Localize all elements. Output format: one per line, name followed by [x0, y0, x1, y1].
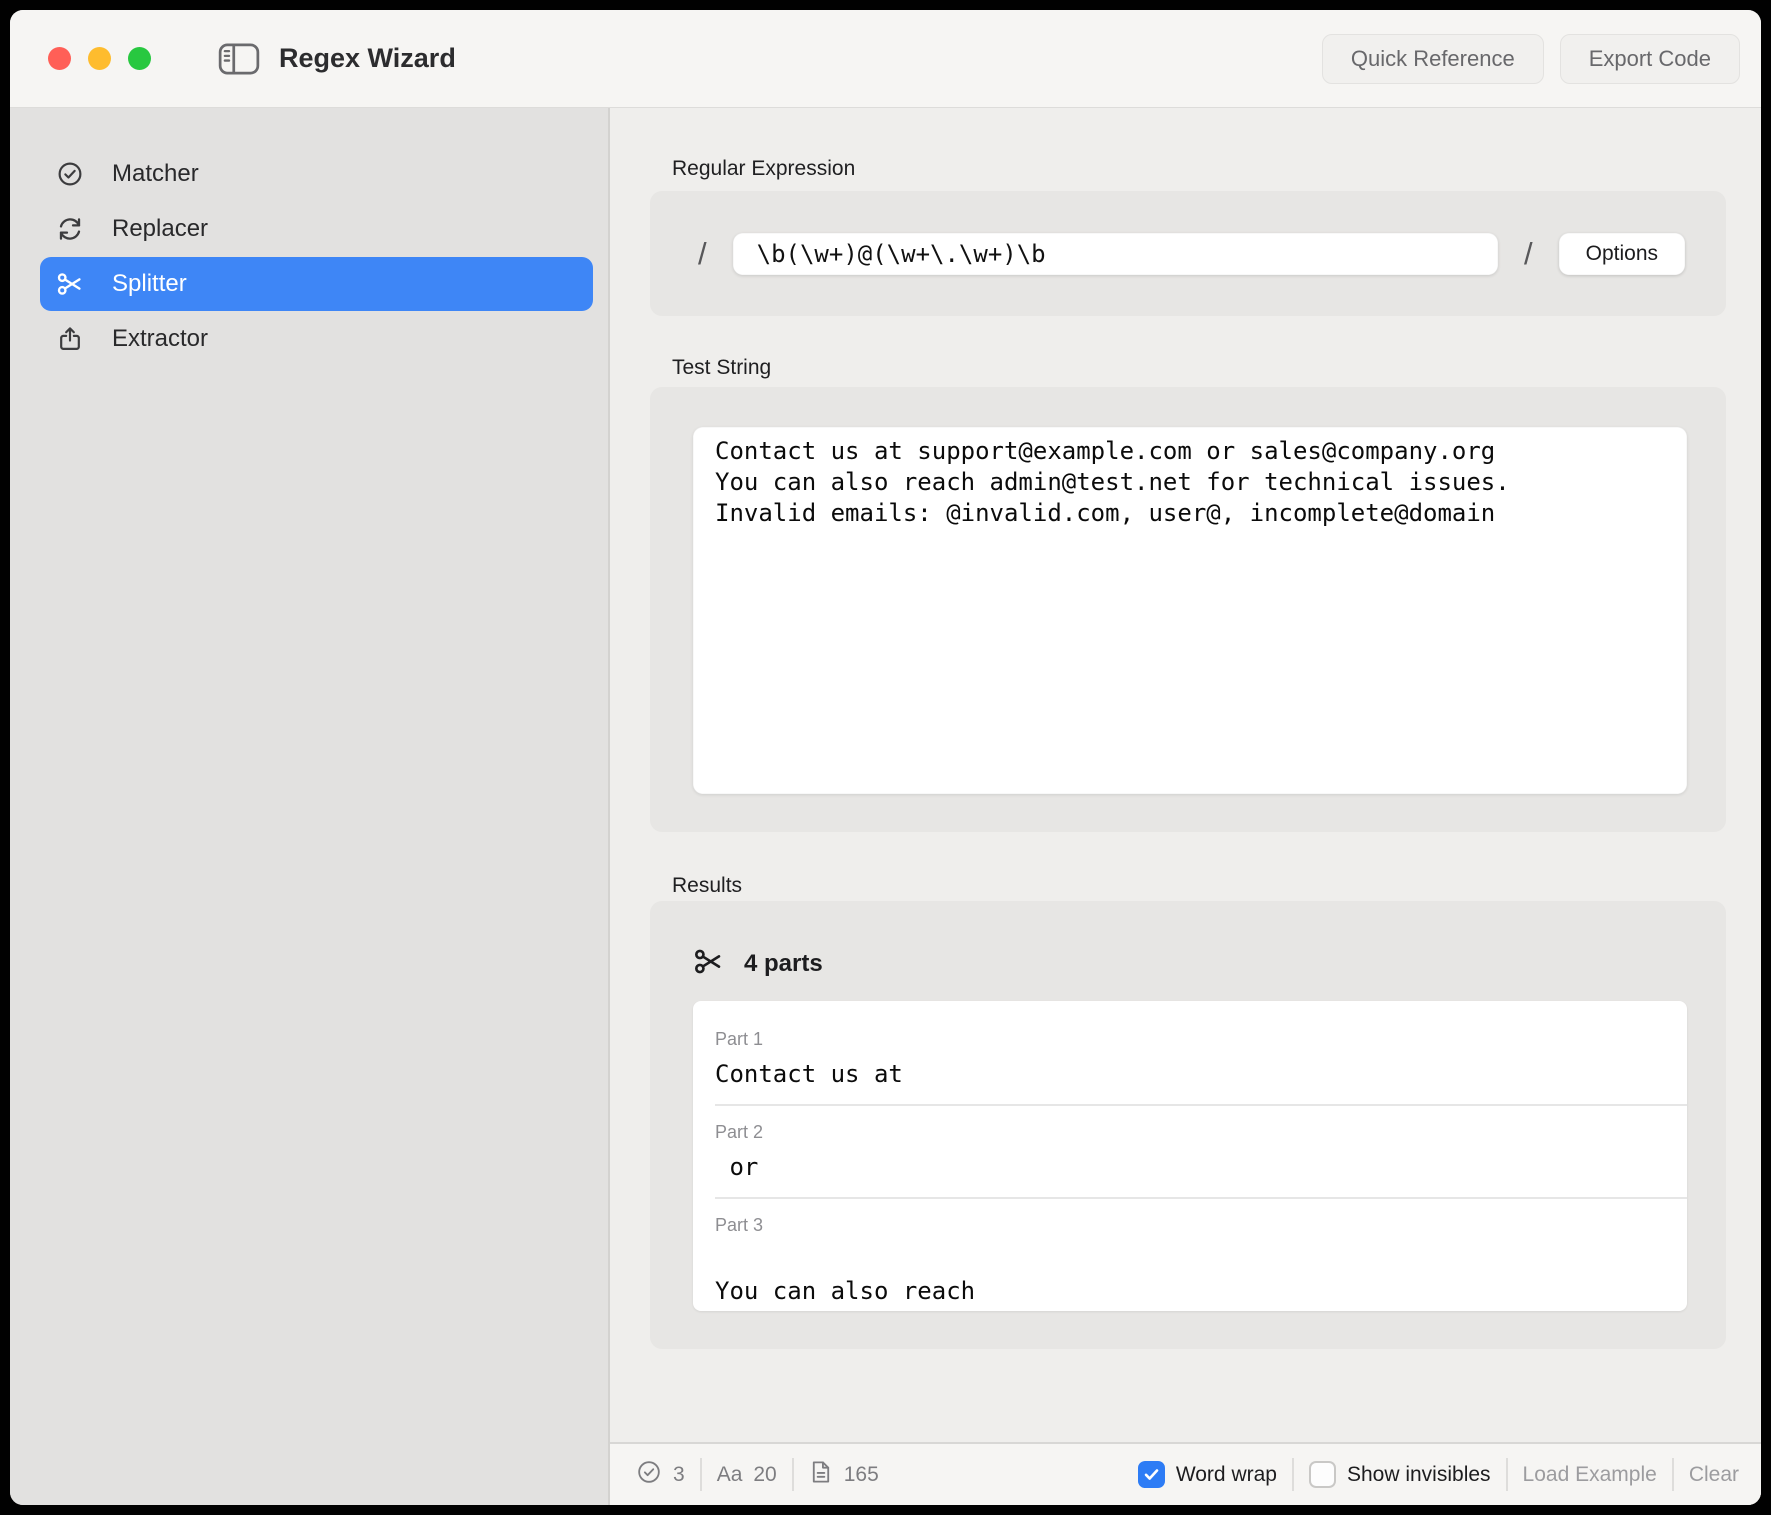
regex-section-label: Regular Expression — [672, 157, 1726, 181]
test-string-section-label: Test String — [672, 356, 1726, 380]
traffic-lights — [48, 47, 151, 70]
regex-options-button[interactable]: Options — [1559, 233, 1685, 275]
close-window-button[interactable] — [48, 47, 71, 70]
load-example-button[interactable]: Load Example — [1523, 1463, 1657, 1487]
sidebar-item-replacer[interactable]: Replacer — [40, 202, 593, 256]
word-wrap-toggle[interactable]: Word wrap — [1138, 1461, 1277, 1488]
word-wrap-label: Word wrap — [1176, 1463, 1277, 1487]
statusbar-divider — [792, 1458, 794, 1491]
results-header: 4 parts — [693, 946, 1687, 981]
quick-reference-button[interactable]: Quick Reference — [1322, 34, 1544, 84]
part-label: Part 3 — [715, 1215, 1665, 1237]
results-parts-card[interactable]: Part 1 Contact us at Part 2 or Part 3 Yo… — [693, 1001, 1687, 1311]
part-divider — [715, 1104, 1687, 1106]
titlebar-actions: Quick Reference Export Code — [1322, 34, 1740, 84]
results-panel: 4 parts Part 1 Contact us at Part 2 or P… — [650, 901, 1726, 1349]
font-size-value: 20 — [753, 1463, 776, 1487]
char-count-stat: 165 — [809, 1459, 879, 1491]
font-size-icon: Aa — [717, 1463, 743, 1487]
checkmark-circle-icon — [56, 160, 84, 188]
check-circle-icon — [636, 1459, 662, 1491]
sidebar: Matcher Replacer — [10, 108, 610, 1505]
document-icon — [809, 1459, 833, 1491]
part-divider — [715, 1197, 1687, 1199]
minimize-window-button[interactable] — [88, 47, 111, 70]
app-window: Regex Wizard Quick Reference Export Code… — [10, 10, 1761, 1505]
share-icon — [56, 325, 84, 353]
statusbar: 3 Aa 20 — [610, 1442, 1761, 1505]
export-code-button[interactable]: Export Code — [1560, 34, 1740, 84]
sidebar-toggle-icon[interactable] — [217, 41, 261, 77]
statusbar-stats: 3 Aa 20 — [636, 1458, 879, 1491]
scissors-icon — [693, 946, 724, 982]
regex-open-delimiter: / — [698, 236, 707, 272]
sidebar-item-label: Replacer — [112, 215, 208, 243]
regex-panel: / / Options — [650, 191, 1726, 316]
show-invisibles-toggle[interactable]: Show invisibles — [1309, 1461, 1491, 1488]
main-area: Regular Expression / / Options Test Stri… — [610, 108, 1761, 1505]
char-count-value: 165 — [844, 1463, 879, 1487]
arrows-cycle-icon — [56, 215, 84, 243]
font-size-stat: Aa 20 — [717, 1463, 777, 1487]
part-label: Part 2 — [715, 1122, 1665, 1144]
zoom-window-button[interactable] — [128, 47, 151, 70]
part-value: You can also reach — [715, 1245, 1665, 1307]
statusbar-divider — [1672, 1458, 1674, 1491]
sidebar-item-matcher[interactable]: Matcher — [40, 147, 593, 201]
match-count-value: 3 — [673, 1463, 685, 1487]
titlebar: Regex Wizard Quick Reference Export Code — [10, 10, 1761, 108]
clear-button[interactable]: Clear — [1689, 1463, 1739, 1487]
statusbar-divider — [1506, 1458, 1508, 1491]
part-label: Part 1 — [715, 1029, 1665, 1051]
part-value: Contact us at — [715, 1059, 1665, 1090]
test-string-panel: Contact us at support@example.com or sal… — [650, 387, 1726, 832]
scissors-icon — [56, 270, 84, 298]
results-section-label: Results — [672, 874, 1726, 898]
test-string-editor[interactable]: Contact us at support@example.com or sal… — [693, 427, 1687, 794]
show-invisibles-label: Show invisibles — [1347, 1463, 1491, 1487]
sidebar-item-label: Extractor — [112, 325, 208, 353]
regex-close-delimiter: / — [1524, 236, 1533, 272]
match-count-stat: 3 — [636, 1459, 685, 1491]
sidebar-item-label: Matcher — [112, 160, 199, 188]
statusbar-divider — [1292, 1458, 1294, 1491]
window-title: Regex Wizard — [279, 43, 456, 74]
statusbar-divider — [700, 1458, 702, 1491]
regex-pattern-input[interactable] — [733, 233, 1498, 275]
sidebar-item-extractor[interactable]: Extractor — [40, 312, 593, 366]
word-wrap-checkbox[interactable] — [1138, 1461, 1165, 1488]
statusbar-controls: Word wrap Show invisibles Load Example C… — [1138, 1458, 1739, 1491]
show-invisibles-checkbox[interactable] — [1309, 1461, 1336, 1488]
sidebar-item-splitter[interactable]: Splitter — [40, 257, 593, 311]
main-scroll[interactable]: Regular Expression / / Options Test Stri… — [610, 108, 1761, 1442]
sidebar-item-label: Splitter — [112, 270, 187, 298]
part-value: or — [715, 1152, 1665, 1183]
results-parts-count: 4 parts — [744, 950, 823, 978]
